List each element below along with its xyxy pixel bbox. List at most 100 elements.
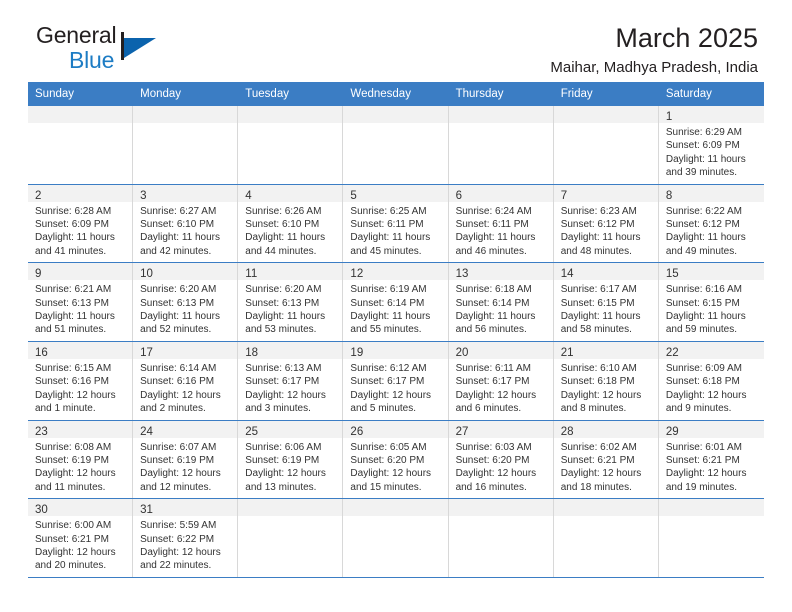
day-number-band	[133, 106, 238, 123]
calendar-day-cell[interactable]: 21 Sunrise: 6:10 AM Sunset: 6:18 PM Dayligh…	[553, 341, 659, 420]
sunrise-text: Sunrise: 6:18 AM	[455, 284, 532, 296]
calendar-day-cell[interactable]: 14 Sunrise: 6:17 AM Sunset: 6:15 PM Dayligh…	[553, 263, 659, 341]
general-blue-logo[interactable]: General Blue	[28, 22, 208, 78]
calendar-day-cell[interactable]: 1 Sunrise: 6:29 AM Sunset: 6:09 PM Daylight…	[658, 106, 764, 184]
daylight-text: Daylight: 12 hours and 16 minutes.	[455, 468, 537, 493]
day-number-band	[448, 499, 553, 517]
sunrise-text: Sunrise: 6:20 AM	[140, 284, 217, 296]
calendar-day-cell[interactable]: 10 Sunrise: 6:20 AM Sunset: 6:13 PM Dayligh…	[133, 263, 239, 341]
day-number: 7	[560, 189, 568, 202]
calendar-day-cell[interactable]: 28 Sunrise: 6:02 AM Sunset: 6:21 PM Dayligh…	[553, 420, 659, 499]
day-sun-info: Sunrise: 5:59 AM Sunset: 6:22 PM Daylight:…	[133, 516, 237, 577]
day-number-band: 21	[553, 341, 658, 359]
sunrise-text: Sunrise: 6:27 AM	[140, 205, 217, 217]
calendar-day-cell[interactable]: 29 Sunrise: 6:01 AM Sunset: 6:21 PM Dayligh…	[658, 420, 764, 499]
sunrise-text: Sunrise: 6:20 AM	[245, 284, 322, 296]
calendar-day-cell[interactable]: 17 Sunrise: 6:14 AM Sunset: 6:16 PM Dayligh…	[133, 341, 239, 420]
day-number: 29	[665, 425, 679, 438]
daylight-text: Daylight: 12 hours and 1 minute.	[35, 389, 116, 415]
calendar-day-cell[interactable]: 12 Sunrise: 6:19 AM Sunset: 6:14 PM Dayligh…	[343, 263, 449, 341]
sunset-text: Sunset: 6:16 PM	[140, 376, 215, 388]
calendar-day-cell[interactable]: 31 Sunrise: 5:59 AM Sunset: 6:22 PM Dayligh…	[133, 499, 239, 577]
calendar-day-cell[interactable]: 2 Sunrise: 6:28 AM Sunset: 6:09 PM Daylight…	[28, 184, 134, 263]
calendar-day-cell[interactable]: 5 Sunrise: 6:25 AM Sunset: 6:11 PM Daylight…	[343, 184, 449, 263]
calendar-day-cell-empty	[133, 106, 239, 184]
day-number: 9	[35, 268, 42, 281]
calendar-week-row: 2 Sunrise: 6:28 AM Sunset: 6:09 PM Daylight…	[28, 184, 764, 264]
day-number-band	[343, 106, 448, 123]
day-sun-info: Sunrise: 6:23 AM Sunset: 6:12 PM Daylight:…	[554, 202, 658, 263]
calendar-day-cell[interactable]: 13 Sunrise: 6:18 AM Sunset: 6:14 PM Dayligh…	[448, 263, 554, 341]
day-number-band: 19	[343, 341, 448, 359]
calendar-day-cell[interactable]: 9 Sunrise: 6:21 AM Sunset: 6:13 PM Daylight…	[28, 263, 134, 341]
day-number: 17	[140, 346, 153, 359]
calendar-day-cell[interactable]: 16 Sunrise: 6:15 AM Sunset: 6:16 PM Dayligh…	[28, 341, 134, 420]
calendar-day-cell[interactable]: 8 Sunrise: 6:22 AM Sunset: 6:12 PM Daylight…	[658, 184, 764, 263]
day-sun-info: Sunrise: 6:17 AM Sunset: 6:15 PM Daylight:…	[554, 280, 658, 341]
calendar-day-cell[interactable]: 6 Sunrise: 6:24 AM Sunset: 6:11 PM Daylight…	[448, 184, 554, 263]
sunset-text: Sunset: 6:21 PM	[560, 454, 635, 466]
day-sun-info: Sunrise: 6:20 AM Sunset: 6:13 PM Daylight:…	[133, 280, 237, 341]
calendar-day-cell[interactable]: 24 Sunrise: 6:07 AM Sunset: 6:19 PM Dayligh…	[133, 420, 239, 499]
calendar-day-cell[interactable]: 11 Sunrise: 6:20 AM Sunset: 6:13 PM Dayligh…	[238, 263, 344, 341]
calendar-day-cell[interactable]: 7 Sunrise: 6:23 AM Sunset: 6:12 PM Daylight…	[553, 184, 659, 263]
day-sun-info: Sunrise: 6:22 AM Sunset: 6:12 PM Daylight:…	[659, 202, 764, 263]
sunrise-text: Sunrise: 6:05 AM	[350, 441, 427, 453]
day-number: 13	[455, 268, 469, 281]
day-number-band: 11	[238, 263, 343, 281]
calendar-day-cell[interactable]: 25 Sunrise: 6:06 AM Sunset: 6:19 PM Dayligh…	[238, 420, 344, 499]
weekday-header-monday: Monday	[140, 88, 182, 100]
day-sun-info: Sunrise: 6:02 AM Sunset: 6:21 PM Daylight:…	[554, 438, 658, 499]
sunset-text: Sunset: 6:17 PM	[455, 376, 530, 388]
calendar-day-cell[interactable]: 20 Sunrise: 6:11 AM Sunset: 6:17 PM Dayligh…	[448, 341, 554, 420]
daylight-text: Daylight: 11 hours and 42 minutes.	[140, 232, 220, 257]
day-number: 24	[140, 425, 153, 438]
calendar-day-cell[interactable]: 30 Sunrise: 6:00 AM Sunset: 6:21 PM Dayligh…	[28, 499, 134, 577]
calendar-day-cell[interactable]: 22 Sunrise: 6:09 AM Sunset: 6:18 PM Dayligh…	[658, 341, 764, 420]
calendar-day-cell[interactable]: 15 Sunrise: 6:16 AM Sunset: 6:15 PM Dayligh…	[658, 263, 764, 341]
calendar-day-cell-empty	[343, 499, 449, 577]
calendar-day-cell[interactable]: 26 Sunrise: 6:05 AM Sunset: 6:20 PM Dayligh…	[343, 420, 449, 499]
day-number: 30	[35, 504, 48, 517]
weekday-header-row: Sunday Monday Tuesday Wednesday Thursday Frid…	[28, 82, 764, 106]
daylight-text: Daylight: 11 hours and 53 minutes.	[245, 311, 326, 336]
calendar-day-cell[interactable]: 19 Sunrise: 6:12 AM Sunset: 6:17 PM Dayligh…	[343, 341, 449, 420]
day-number-band: 29	[658, 420, 764, 438]
calendar-day-cell[interactable]: 3 Sunrise: 6:27 AM Sunset: 6:10 PM Daylight…	[133, 184, 239, 263]
sunrise-text: Sunrise: 6:10 AM	[560, 362, 637, 374]
sunrise-text: Sunrise: 6:24 AM	[455, 205, 532, 217]
day-number-band: 2	[28, 184, 133, 202]
day-sun-info: Sunrise: 6:15 AM Sunset: 6:16 PM Daylight:…	[28, 359, 132, 420]
day-number: 27	[455, 425, 469, 438]
sunset-text: Sunset: 6:16 PM	[35, 376, 109, 388]
sunset-text: Sunset: 6:14 PM	[455, 297, 530, 309]
daylight-text: Daylight: 11 hours and 44 minutes.	[245, 232, 326, 257]
daylight-text: Daylight: 12 hours and 5 minutes.	[350, 389, 432, 415]
logo-triangle-icon	[124, 38, 156, 58]
day-number-band: 8	[658, 184, 764, 202]
calendar-day-cell[interactable]: 4 Sunrise: 6:26 AM Sunset: 6:10 PM Daylight…	[238, 184, 344, 263]
day-sun-info: Sunrise: 6:03 AM Sunset: 6:20 PM Daylight:…	[449, 438, 553, 499]
sunset-text: Sunset: 6:21 PM	[35, 533, 109, 545]
weekday-header-tuesday: Tuesday	[245, 88, 289, 100]
weekday-header-wednesday: Wednesday	[350, 88, 411, 100]
sunset-text: Sunset: 6:10 PM	[245, 219, 320, 231]
sunset-text: Sunset: 6:18 PM	[665, 376, 740, 388]
calendar-day-cell-empty	[553, 106, 659, 184]
day-number-band: 12	[343, 263, 448, 281]
day-number-band: 25	[238, 420, 343, 438]
day-number-band: 13	[448, 263, 553, 281]
sunrise-text: Sunrise: 6:21 AM	[35, 284, 112, 296]
calendar-day-cell[interactable]: 18 Sunrise: 6:13 AM Sunset: 6:17 PM Dayligh…	[238, 341, 344, 420]
sunset-text: Sunset: 6:17 PM	[350, 376, 425, 388]
day-number-band: 18	[238, 341, 343, 359]
day-number: 8	[665, 189, 673, 202]
sunrise-text: Sunrise: 6:19 AM	[350, 284, 427, 296]
calendar-day-cell-empty	[553, 499, 659, 577]
sunset-text: Sunset: 6:14 PM	[350, 297, 425, 309]
calendar-day-cell[interactable]: 27 Sunrise: 6:03 AM Sunset: 6:20 PM Dayligh…	[448, 420, 554, 499]
day-number-band	[238, 499, 343, 517]
calendar-day-cell[interactable]: 23 Sunrise: 6:08 AM Sunset: 6:19 PM Dayligh…	[28, 420, 134, 499]
sunset-text: Sunset: 6:22 PM	[140, 533, 215, 545]
day-number-band	[343, 499, 448, 517]
